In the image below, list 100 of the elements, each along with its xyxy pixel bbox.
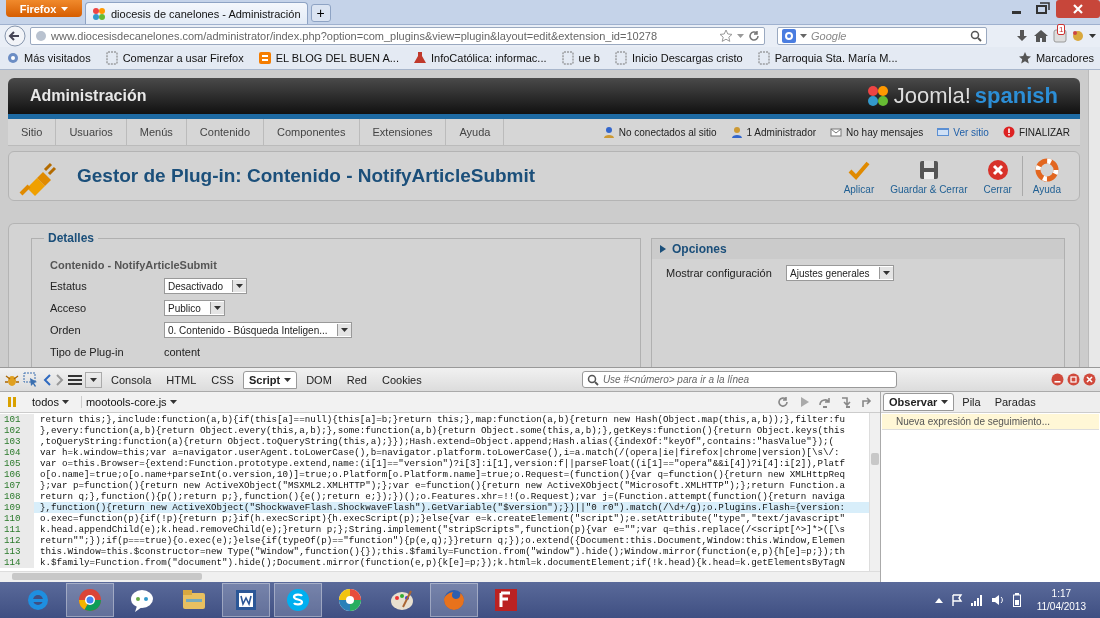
panel-tab[interactable]: HTML <box>160 370 203 389</box>
select-field[interactable]: Ajustes generales <box>786 265 894 281</box>
file-dropdown[interactable]: mootools-core.js <box>80 396 181 408</box>
code-text: ,toQueryString:function(a){return Object.toQueryString(this,a);}});Hash.extend=Object.append;Hash.alias({indexOf:"keyOf",contains:"hasValue"});( <box>39 436 834 447</box>
menu-item[interactable]: Componentes <box>264 119 360 145</box>
menu-item[interactable]: Extensiones <box>359 119 447 145</box>
speaker-icon[interactable] <box>990 594 1005 606</box>
options-header[interactable]: Opciones <box>652 239 1064 259</box>
flag-icon[interactable] <box>950 594 963 606</box>
field-label: Estatus <box>50 280 88 292</box>
search-field[interactable]: Use #<número> para ir a la línea <box>581 371 897 388</box>
clock-date: 11/04/2013 <box>1036 600 1086 613</box>
panel-tab[interactable]: Paradas <box>988 393 1042 411</box>
taskbar-button[interactable] <box>274 583 322 617</box>
logout-link[interactable]: FINALIZAR <box>1018 126 1070 138</box>
battery-icon[interactable] <box>1012 593 1021 607</box>
panel-tab[interactable]: DOM <box>300 370 338 389</box>
panel-tab[interactable]: Consola <box>105 370 158 389</box>
taskbar-button[interactable] <box>222 583 270 617</box>
ftp-icon <box>493 587 519 613</box>
menu-icon[interactable] <box>68 373 82 386</box>
url-field[interactable]: www.diocesisdecanelones.com/administrator/index.php?option=com_plugins&view=plugin&layout=edit&extension_id=10278 <box>30 27 765 45</box>
menu-item[interactable]: Ayuda <box>446 119 505 145</box>
signal-icon[interactable] <box>970 594 983 606</box>
logo-text: Joomla! <box>893 83 971 109</box>
back-icon[interactable] <box>42 372 52 387</box>
menu-item[interactable]: Contenido <box>186 119 264 145</box>
search-field[interactable]: Google <box>777 27 987 45</box>
line-number: 111 <box>0 524 34 535</box>
fox-globe-icon <box>441 587 467 613</box>
select-field[interactable]: Desactivado <box>164 278 248 294</box>
bookmark-item[interactable]: InfoCatólica: informac... <box>413 51 547 65</box>
script-filter-dropdown[interactable]: todos <box>28 396 73 408</box>
page-title: Gestor de Plug-in: Contenido - NotifyArticleSubmit <box>77 165 537 187</box>
toolbar-button[interactable]: Cerrar <box>975 157 1020 195</box>
field-label: Acceso <box>50 302 88 314</box>
code-text: };var p=function(){return new ActiveXObject("MSXML2.XMLHTTP");};var e=function(){return new ActiveXObject("Microsoft.XMLHTTP");};return Function.a <box>39 480 845 491</box>
browser-tab[interactable]: diocesis de canelones - Administración <box>85 2 308 24</box>
panel-tab[interactable]: Red <box>340 370 373 389</box>
close-icon[interactable] <box>1083 373 1096 386</box>
select-field[interactable]: Publico <box>164 300 225 316</box>
minimize-icon[interactable] <box>1051 373 1064 386</box>
reload-icon[interactable] <box>748 30 760 42</box>
panel-tab[interactable]: Script <box>242 370 298 389</box>
restore-icon[interactable] <box>1067 373 1080 386</box>
search-icon[interactable] <box>970 30 982 42</box>
menu-item[interactable]: Usuarios <box>56 119 127 145</box>
dropdown-button[interactable] <box>85 371 102 388</box>
lifebuoy-icon <box>1034 157 1059 182</box>
line-number: 110 <box>0 513 34 524</box>
line-number: 109 <box>0 502 34 513</box>
bookmark-item[interactable]: EL BLOG DEL BUEN A... <box>257 51 399 65</box>
new-tab-button[interactable]: + <box>310 4 331 22</box>
toolbar-button[interactable]: Guardar & Cerrar <box>882 157 976 195</box>
code-text: o.exec=function(p){if(!p){return p;}if(h.execScript){h.execScript(p);}else{var e=k.createElement("script");e.setAttribute("type","text/javascript" <box>39 513 845 524</box>
caret-icon <box>737 34 744 38</box>
menu-item[interactable]: Sitio <box>8 119 57 145</box>
line-number: 105 <box>0 458 34 469</box>
panel-tab[interactable]: Pila <box>956 393 987 411</box>
bookmark-item[interactable]: ue b <box>560 51 600 65</box>
step-over-icon[interactable] <box>819 395 832 409</box>
clock[interactable]: 1:17 11/04/2013 <box>1036 587 1086 613</box>
close-icon[interactable] <box>1056 0 1100 18</box>
watch-expression-field[interactable]: Nueva expresión de seguimiento... <box>882 414 1099 430</box>
toolbar-button[interactable]: Aplicar <box>835 157 883 195</box>
toolbar-button[interactable]: Ayuda <box>1024 157 1069 195</box>
home-icon[interactable] <box>1033 29 1049 43</box>
select-field[interactable]: 0. Contenido - Búsqueda Inteligen... <box>164 322 352 338</box>
caret-icon <box>284 377 292 382</box>
chevron-icon[interactable] <box>934 597 943 603</box>
flower-icon <box>865 84 890 108</box>
view-site-link[interactable]: Ver sitio <box>953 126 989 138</box>
reload-icon[interactable] <box>777 395 790 409</box>
bookmark-item[interactable]: Inicio Descargas cristo <box>613 51 743 65</box>
panel-tab[interactable]: CSS <box>205 370 240 389</box>
page-icon <box>613 51 628 65</box>
clock-time: 1:17 <box>1051 587 1072 600</box>
field-label: Tipo de Plug-in <box>50 346 125 358</box>
bookmark-item[interactable]: Comenzar a usar Firefox <box>104 51 244 65</box>
step-out-icon[interactable] <box>861 395 874 409</box>
line-number: 112 <box>0 535 34 546</box>
bookmarks-menu[interactable]: Marcadores <box>1017 51 1094 65</box>
bookmark-item[interactable]: Parroquia Sta. María M... <box>756 51 898 65</box>
fieldset-legend: Detalles <box>44 231 99 245</box>
code-text: var o=this.Browser={extend:Function.prototype.extend,name:(i[1]=="version")?i[3]:i[1],version:f||parseFloat((i[1]=="opera"&&i[4])?i[4]:i[2]),Platf <box>39 458 845 469</box>
user-icon <box>730 126 743 138</box>
panel-tab[interactable]: Cookies <box>376 370 428 389</box>
menu-item[interactable]: Menús <box>126 119 187 145</box>
bookmark-item[interactable]: Más visitados <box>6 51 91 65</box>
users-icon <box>602 126 615 138</box>
star-icon[interactable] <box>719 29 733 43</box>
caret-icon <box>340 328 348 332</box>
step-into-icon[interactable] <box>840 395 853 409</box>
back-icon[interactable] <box>4 25 26 47</box>
pinwheel-icon <box>337 587 363 613</box>
inspect-icon[interactable] <box>23 371 39 388</box>
caret-icon <box>882 271 890 275</box>
panel-tab[interactable]: Observar <box>883 393 955 411</box>
wheel-icon <box>77 587 103 613</box>
download-icon[interactable] <box>1015 29 1029 43</box>
